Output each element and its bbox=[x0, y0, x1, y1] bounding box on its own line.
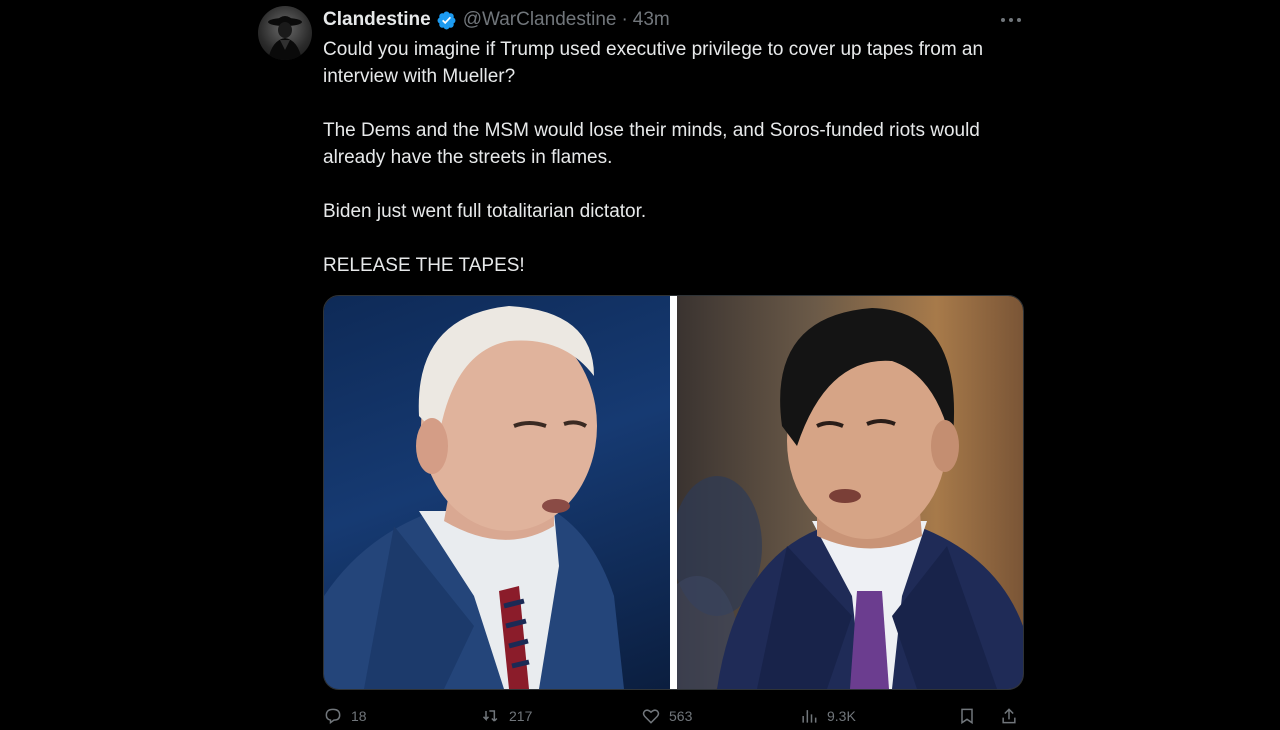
like-count: 563 bbox=[669, 708, 693, 724]
repost-count: 217 bbox=[509, 708, 533, 724]
views-button[interactable]: 9.3K bbox=[799, 706, 856, 726]
reply-icon bbox=[325, 708, 341, 725]
repost-button[interactable]: 217 bbox=[481, 706, 532, 726]
like-icon bbox=[642, 709, 660, 724]
tweet-text: Could you imagine if Trump used executiv… bbox=[323, 36, 1023, 306]
header-separator: · bbox=[621, 9, 628, 30]
user-handle[interactable]: @WarClandestine bbox=[463, 9, 617, 31]
media-photo-right[interactable] bbox=[677, 296, 1023, 689]
display-name[interactable]: Clandestine bbox=[323, 9, 431, 31]
media-photo-left[interactable] bbox=[324, 296, 670, 689]
tweet-paragraph: Could you imagine if Trump used executiv… bbox=[323, 39, 984, 87]
tweet-timestamp[interactable]: 43m bbox=[633, 9, 670, 31]
views-icon bbox=[802, 710, 817, 723]
media-divider bbox=[670, 296, 677, 689]
share-icon bbox=[1002, 708, 1016, 724]
avatar[interactable] bbox=[258, 6, 312, 60]
bookmark-button[interactable] bbox=[957, 706, 977, 726]
tweet-media[interactable] bbox=[323, 295, 1024, 690]
verified-badge-icon[interactable] bbox=[436, 10, 457, 31]
views-count: 9.3K bbox=[827, 708, 856, 724]
portrait-left-illustration bbox=[324, 306, 624, 689]
tweet[interactable]: Clandestine @WarClandestine · 43m Could … bbox=[258, 0, 1028, 725]
repost-icon bbox=[482, 710, 498, 722]
tweet-actions: 18 217 563 9.3K bbox=[323, 700, 1023, 730]
reply-button[interactable]: 18 bbox=[323, 706, 367, 726]
tweet-paragraph: RELEASE THE TAPES! bbox=[323, 255, 525, 276]
avatar-silhouette-icon bbox=[268, 16, 302, 60]
reply-count: 18 bbox=[351, 708, 367, 724]
share-button[interactable] bbox=[999, 706, 1019, 726]
portrait-right-illustration bbox=[677, 308, 1023, 689]
tweet-paragraph: The Dems and the MSM would lose their mi… bbox=[323, 120, 980, 168]
more-options-icon[interactable] bbox=[999, 10, 1023, 30]
like-button[interactable]: 563 bbox=[641, 706, 692, 726]
bookmark-icon bbox=[961, 708, 973, 725]
tweet-header: Clandestine @WarClandestine · 43m bbox=[323, 8, 670, 32]
tweet-paragraph: Biden just went full totalitarian dictat… bbox=[323, 201, 647, 222]
